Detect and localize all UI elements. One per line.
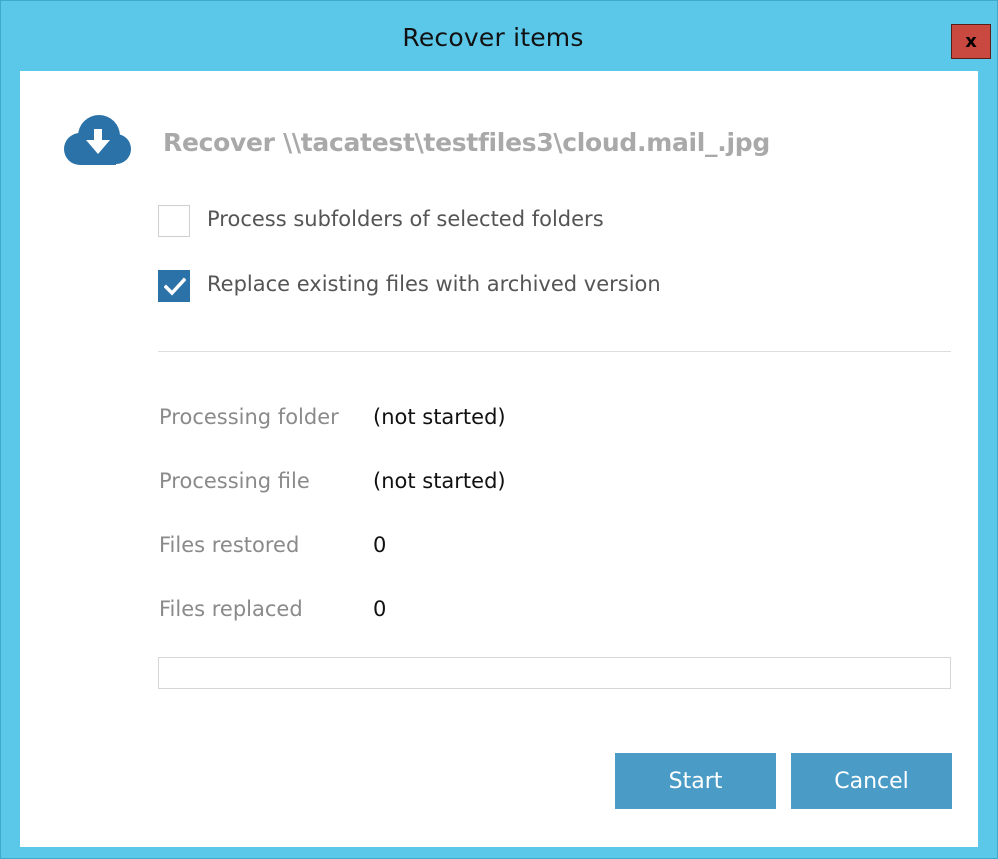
progress-bar xyxy=(158,657,951,689)
close-button[interactable]: x xyxy=(951,24,991,59)
replace-existing-label: Replace existing files with archived ver… xyxy=(207,272,661,296)
recover-path-heading: Recover \\tacatest\testfiles3\cloud.mail… xyxy=(163,128,770,157)
checkmark-icon xyxy=(164,277,186,296)
process-subfolders-label: Process subfolders of selected folders xyxy=(207,207,604,231)
process-subfolders-option[interactable]: Process subfolders of selected folders xyxy=(158,205,618,239)
replace-existing-option[interactable]: Replace existing files with archived ver… xyxy=(158,270,668,304)
cancel-button[interactable]: Cancel xyxy=(791,753,952,809)
recover-items-dialog: Recover items x Recover \\tacatest\testf… xyxy=(0,0,998,859)
processing-folder-value: (not started) xyxy=(373,405,506,429)
divider xyxy=(158,351,951,352)
files-restored-value: 0 xyxy=(373,533,387,557)
start-button[interactable]: Start xyxy=(615,753,776,809)
files-restored-label: Files restored xyxy=(159,533,300,557)
files-replaced-label: Files replaced xyxy=(159,597,303,621)
window-title: Recover items xyxy=(402,23,584,52)
processing-folder-label: Processing folder xyxy=(159,405,339,429)
processing-file-label: Processing file xyxy=(159,469,310,493)
replace-existing-checkbox[interactable] xyxy=(158,270,190,302)
process-subfolders-checkbox[interactable] xyxy=(158,205,190,237)
files-replaced-value: 0 xyxy=(373,597,387,621)
cloud-download-icon xyxy=(64,115,131,165)
processing-file-value: (not started) xyxy=(373,469,506,493)
dialog-content: Recover \\tacatest\testfiles3\cloud.mail… xyxy=(20,71,978,847)
title-bar[interactable]: Recover items x xyxy=(1,1,997,71)
